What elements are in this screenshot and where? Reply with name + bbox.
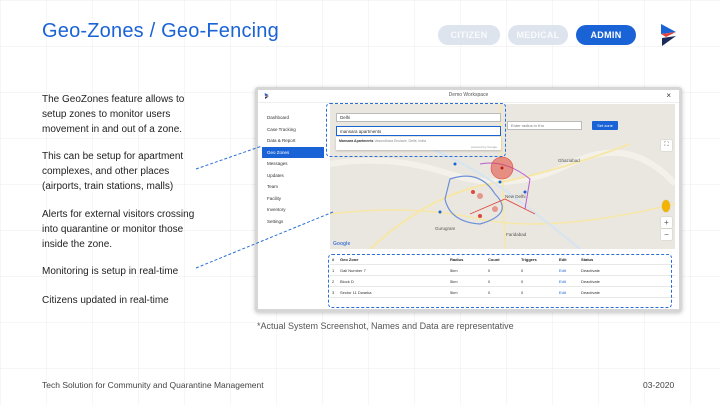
cell-count: 0 [488, 289, 491, 295]
table-row: 1 Gali Number 7 5km 0 0 Edit Deactivate [330, 265, 675, 276]
cell-geo-zone: Gali Number 7 [340, 267, 366, 273]
pegman-icon[interactable] [662, 200, 670, 212]
map-view[interactable]: Ghaziabad New Delhi Gurugram Faridabad D… [330, 104, 675, 249]
map-label-gurugram: Gurugram [435, 226, 456, 231]
edit-link[interactable]: Edit [559, 290, 581, 295]
cell-count: 0 [488, 278, 491, 284]
description-geozones: The GeoZones feature allows to setup zon… [42, 94, 185, 135]
role-tabs: CITIZEN MEDICAL ADMIN [438, 25, 636, 45]
sidebar: Dashboard Case Tracking Data & Report Ge… [262, 112, 324, 227]
cell-index: 1 [332, 267, 335, 273]
table-row: 3 Sector 11 Dwarka 5km 0 0 Edit Deactiva… [330, 287, 675, 298]
suggestion-detail: Vasundhara Enclave, Delhi, India [374, 139, 426, 143]
sidebar-item-data-report[interactable]: Data & Report [262, 135, 324, 147]
zoom-out-button[interactable]: − [661, 229, 672, 240]
column-header-edit: Edit [559, 256, 567, 262]
sidebar-item-inventory[interactable]: Inventory [262, 204, 324, 216]
column-header-index: # [332, 256, 335, 262]
close-icon[interactable]: × [666, 91, 671, 100]
deactivate-button[interactable]: Deactivate [581, 268, 641, 273]
sidebar-item-updates[interactable]: Updates [262, 170, 324, 182]
city-select[interactable]: Delhi [336, 113, 501, 122]
map-label-faridabad: Faridabad [506, 232, 527, 237]
deactivate-button[interactable]: Deactivate [581, 279, 641, 284]
deactivate-button[interactable]: Deactivate [581, 290, 641, 295]
edit-link[interactable]: Edit [559, 279, 581, 284]
footer-title: Tech Solution for Community and Quaranti… [42, 380, 264, 390]
sidebar-item-facility[interactable]: Facility [262, 193, 324, 205]
suggestion-name: Mansara Apartments [339, 139, 374, 143]
footer-date: 03-2020 [643, 380, 675, 390]
window-title: Demo Workspace [448, 92, 489, 98]
table-row: 2 Block D 5km 0 0 Edit Deactivate [330, 276, 675, 287]
cell-radius: 5km [450, 289, 458, 295]
sidebar-item-messages[interactable]: Messages [262, 158, 324, 170]
column-header-triggers: Triggers [521, 256, 537, 262]
map-label-ghaziabad: Ghaziabad [558, 158, 580, 163]
cell-geo-zone: Block D [340, 278, 354, 284]
column-header-count: Count [488, 256, 500, 262]
cell-count: 0 [488, 267, 491, 273]
window-titlebar: Demo Workspace × [258, 90, 679, 103]
fullscreen-icon[interactable]: ⛶ [661, 140, 672, 151]
sidebar-item-settings[interactable]: Settings [262, 216, 324, 228]
connector-places [195, 145, 263, 170]
sidebar-item-dashboard[interactable]: Dashboard [262, 112, 324, 124]
edit-link[interactable]: Edit [559, 268, 581, 273]
description-citizens: Citizens updated in real-time [42, 295, 169, 306]
app-screenshot: Demo Workspace × Dashboard Case Tracking… [255, 87, 682, 312]
powered-by-label: powered by Google [470, 145, 497, 149]
cell-index: 3 [332, 289, 335, 295]
cell-index: 2 [332, 278, 335, 284]
sidebar-item-team[interactable]: Team [262, 181, 324, 193]
cell-geo-zone: Sector 11 Dwarka [340, 289, 372, 295]
cell-triggers: 0 [521, 289, 524, 295]
tab-admin[interactable]: ADMIN [576, 25, 636, 45]
cell-radius: 5km [450, 278, 458, 284]
brand-logo-icon [661, 24, 676, 46]
sidebar-item-geo-zones[interactable]: Geo Zones [262, 146, 324, 158]
radius-input[interactable]: Enter radius in Km [507, 121, 582, 130]
description-places: This can be setup for apartment complexe… [42, 151, 184, 192]
zoom-in-button[interactable]: + [661, 217, 672, 228]
sidebar-item-case-tracking[interactable]: Case Tracking [262, 124, 324, 136]
geo-zone-table: # Geo Zone Radius Count Triggers Edit St… [330, 254, 675, 298]
column-header-radius: Radius [450, 256, 464, 262]
tab-citizen[interactable]: CITIZEN [438, 25, 500, 45]
column-header-status: Status [581, 256, 594, 262]
page-title: Geo-Zones / Geo-Fencing [42, 20, 279, 42]
location-search-input[interactable]: mansara apartments [336, 126, 501, 136]
map-label-new-delhi: New Delhi [505, 194, 526, 199]
search-suggestion[interactable]: Mansara Apartments Vasundhara Enclave, D… [336, 137, 501, 150]
set-zone-button[interactable]: Set zone [592, 121, 618, 130]
column-header-geo-zone: Geo Zone [340, 256, 359, 262]
table-header: # Geo Zone Radius Count Triggers Edit St… [330, 254, 675, 265]
description-monitoring: Monitoring is setup in real-time [42, 266, 179, 277]
screenshot-caption: *Actual System Screenshot, Names and Dat… [257, 321, 514, 331]
cell-triggers: 0 [521, 278, 524, 284]
cell-radius: 5km [450, 267, 458, 273]
google-logo: Google [333, 241, 351, 247]
tab-medical[interactable]: MEDICAL [508, 25, 568, 45]
description-alerts: Alerts for external visitors crossing in… [42, 209, 195, 250]
cell-triggers: 0 [521, 267, 524, 273]
